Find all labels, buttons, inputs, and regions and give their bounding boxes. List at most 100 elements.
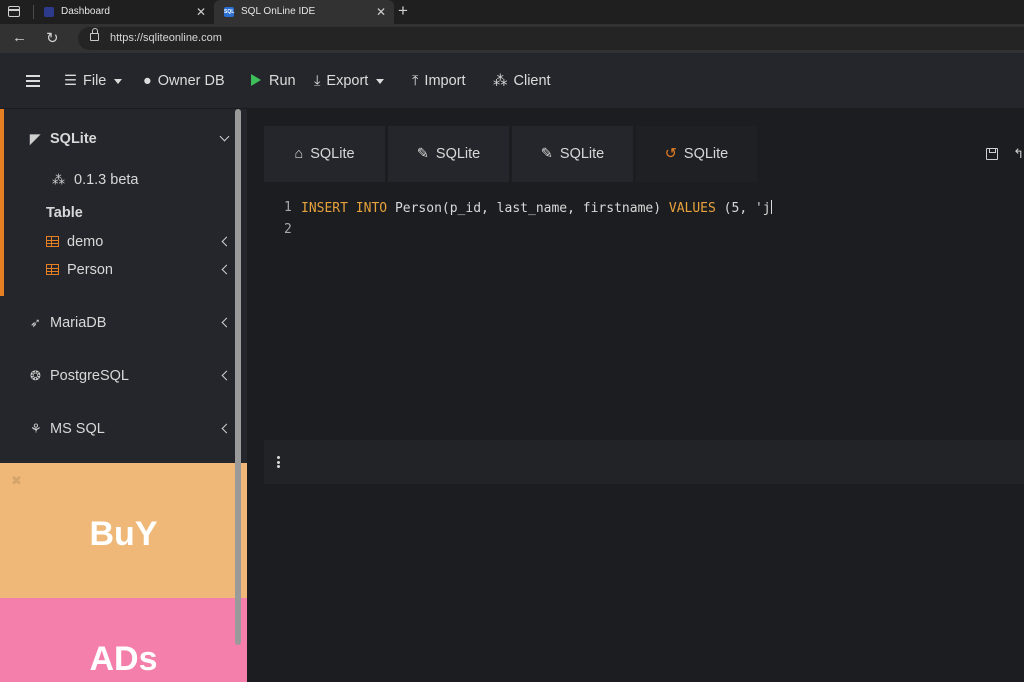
sql-favicon-icon: SQL bbox=[224, 7, 235, 17]
sql-table-columns: Person(p_id, last_name, firstname) bbox=[394, 201, 662, 216]
chevron-down-icon bbox=[376, 78, 385, 84]
new-tab-icon[interactable]: + bbox=[398, 0, 408, 22]
sidebar-item-label: MS SQL bbox=[50, 421, 105, 437]
run-label: Run bbox=[269, 73, 296, 89]
line-number: 1 bbox=[284, 200, 292, 215]
server-icon: ⚘ bbox=[30, 421, 42, 436]
code-line[interactable]: INSERT INTO Person(p_id, last_name, firs… bbox=[301, 200, 772, 216]
sidebar-item-mariadb[interactable]: ➶ MariaDB bbox=[0, 313, 235, 333]
tab-sqlite-home[interactable]: ⌂ SQLite bbox=[264, 126, 385, 182]
seal-icon: ➶ bbox=[30, 315, 41, 330]
app-toolbar: ☰ File ● Owner DB Run ⤓ Export ⤒ Import ⁂ Cli… bbox=[0, 53, 1024, 109]
sql-string-partial: 'j bbox=[754, 201, 771, 216]
table-label: Person bbox=[67, 262, 113, 278]
close-icon[interactable]: ✖ bbox=[11, 473, 22, 489]
owner-db-label: Owner DB bbox=[157, 73, 225, 89]
undo-icon[interactable]: ↰ bbox=[1013, 146, 1024, 162]
window-menu-icon[interactable] bbox=[8, 6, 20, 17]
file-label: File bbox=[83, 73, 107, 89]
sidebar: ◤ SQLite ⁂ 0.1.3 beta Table demo Person … bbox=[0, 109, 247, 682]
sidebar-item-sqlite[interactable]: ◤ SQLite bbox=[0, 129, 235, 149]
line-number: 2 bbox=[284, 222, 292, 237]
run-button[interactable]: Run bbox=[251, 53, 296, 109]
sql-keyword: VALUES bbox=[668, 201, 716, 216]
file-menu-button[interactable]: ☰ File bbox=[64, 53, 123, 109]
export-label: Export bbox=[326, 73, 369, 89]
table-header-label: Table bbox=[46, 205, 83, 221]
save-icon[interactable] bbox=[986, 148, 998, 160]
hamburger-menu-icon[interactable] bbox=[26, 75, 40, 87]
url-field[interactable]: https://sqliteonline.com bbox=[78, 27, 1024, 50]
chevron-left-icon bbox=[221, 317, 232, 328]
sidebar-table-person[interactable]: Person bbox=[0, 260, 235, 280]
tab-label: SQLite bbox=[435, 146, 481, 162]
lock-icon bbox=[90, 28, 99, 41]
sidebar-item-label: SQLite bbox=[50, 131, 97, 147]
browser-tab-dashboard[interactable]: Dashboard ✕ bbox=[34, 0, 214, 24]
sql-paren: ( bbox=[723, 201, 732, 216]
export-menu-button[interactable]: ⤓ Export bbox=[314, 53, 385, 109]
code-editor[interactable]: 1 INSERT INTO Person(p_id, last_name, fi… bbox=[264, 182, 1024, 440]
browser-tab-sql-online-ide[interactable]: SQL SQL OnLine IDE ✕ bbox=[214, 0, 394, 24]
tab-sqlite-history-active[interactable]: ↺ SQLite bbox=[636, 126, 757, 182]
download-icon: ⤓ bbox=[314, 73, 321, 89]
globe-icon: ● bbox=[143, 73, 152, 89]
more-options-icon[interactable] bbox=[277, 456, 280, 468]
sidebar-version-item[interactable]: ⁂ 0.1.3 beta bbox=[0, 170, 235, 190]
edit-icon: ✎ bbox=[540, 146, 553, 162]
sidebar-item-mssql[interactable]: ⚘ MS SQL bbox=[0, 419, 235, 439]
sql-keyword: INSERT bbox=[301, 201, 348, 216]
sql-separator: , bbox=[739, 201, 755, 216]
elephant-icon: ❂ bbox=[30, 368, 41, 383]
sidebar-item-label: PostgreSQL bbox=[50, 368, 129, 384]
tab-label: SQLite bbox=[683, 146, 729, 162]
browser-tab-title: Dashboard bbox=[61, 6, 110, 17]
ad-banner-ads[interactable]: ADs bbox=[0, 598, 247, 682]
chevron-left-icon bbox=[221, 264, 232, 275]
text-cursor bbox=[770, 200, 772, 214]
reload-icon[interactable]: ↻ bbox=[46, 29, 59, 47]
ad-banner-buy[interactable]: ✖ BuY bbox=[0, 463, 247, 598]
client-button[interactable]: ⁂ Client bbox=[493, 53, 551, 109]
play-icon bbox=[251, 74, 261, 86]
chevron-down-icon bbox=[114, 78, 123, 84]
dashboard-favicon-icon bbox=[44, 7, 54, 17]
ad-ads-text: ADs bbox=[89, 640, 158, 678]
editor-tab-bar: ⌂ SQLite ✎ SQLite ✎ SQLite ↺ SQLite ↰ bbox=[264, 126, 1024, 182]
close-tab-icon[interactable]: ✕ bbox=[196, 0, 206, 24]
edit-icon: ✎ bbox=[416, 146, 429, 162]
results-toolbar bbox=[264, 440, 1024, 484]
sidebar-item-postgresql[interactable]: ❂ PostgreSQL bbox=[0, 366, 235, 386]
browser-tab-title: SQL OnLine IDE bbox=[241, 6, 316, 17]
sql-keyword: INTO bbox=[355, 201, 388, 216]
history-icon: ↺ bbox=[664, 146, 677, 162]
chevron-left-icon bbox=[221, 370, 232, 381]
sitemap-icon: ⁂ bbox=[52, 172, 65, 187]
address-bar: ← ↻ https://sqliteonline.com bbox=[0, 24, 1024, 53]
upload-icon: ⤒ bbox=[412, 73, 419, 89]
tab-label: SQLite bbox=[559, 146, 605, 162]
chevron-left-icon bbox=[221, 423, 232, 434]
owner-db-button[interactable]: ● Owner DB bbox=[143, 53, 225, 109]
sidebar-scrollbar[interactable] bbox=[235, 109, 241, 645]
close-tab-icon[interactable]: ✕ bbox=[376, 0, 386, 24]
home-icon: ⌂ bbox=[294, 146, 304, 162]
table-label: demo bbox=[67, 234, 104, 250]
tab-label: SQLite bbox=[310, 146, 355, 162]
sidebar-table-demo[interactable]: demo bbox=[0, 232, 235, 252]
sidebar-item-label: MariaDB bbox=[50, 315, 107, 331]
tab-sqlite-edit-1[interactable]: ✎ SQLite bbox=[388, 126, 509, 182]
url-text: https://sqliteonline.com bbox=[110, 32, 222, 44]
feather-icon: ◤ bbox=[30, 131, 40, 146]
import-button[interactable]: ⤒ Import bbox=[412, 53, 466, 109]
client-label: Client bbox=[513, 73, 551, 89]
sitemap-icon: ⁂ bbox=[493, 73, 508, 89]
import-label: Import bbox=[424, 73, 466, 89]
version-label: 0.1.3 beta bbox=[74, 172, 139, 188]
table-icon bbox=[46, 264, 59, 275]
back-arrow-icon[interactable]: ← bbox=[12, 29, 27, 46]
tab-sqlite-edit-2[interactable]: ✎ SQLite bbox=[512, 126, 633, 182]
chevron-left-icon bbox=[221, 236, 232, 247]
table-icon bbox=[46, 236, 59, 247]
database-icon: ☰ bbox=[64, 73, 77, 89]
